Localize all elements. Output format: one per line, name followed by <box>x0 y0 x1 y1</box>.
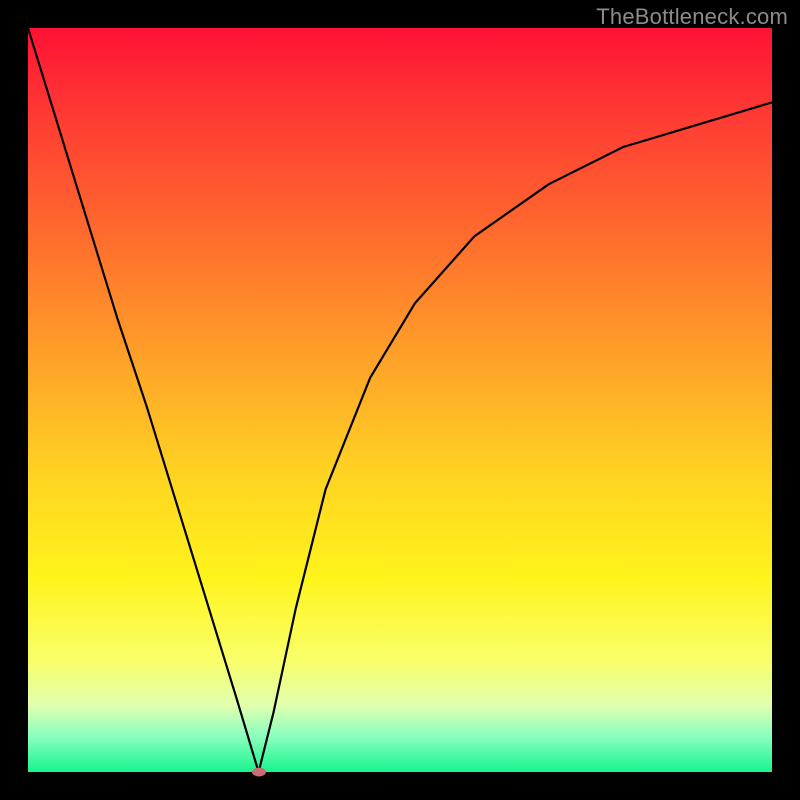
bottleneck-curve <box>28 28 772 772</box>
min-marker <box>252 768 266 777</box>
plot-area <box>28 28 772 772</box>
chart-frame: TheBottleneck.com <box>0 0 800 800</box>
watermark-text: TheBottleneck.com <box>596 4 788 30</box>
curve-layer <box>28 28 772 772</box>
